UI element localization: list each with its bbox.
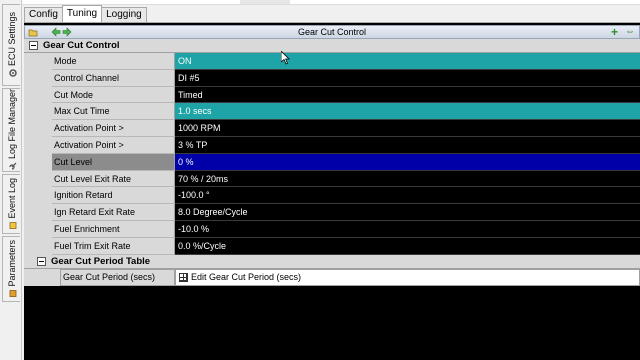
property-row-max-cut-time[interactable]: Max Cut Time 1.0 secs [24, 103, 640, 121]
vtab-label: ECU Settings [6, 12, 17, 67]
property-row-cut-level-exit-rate[interactable]: Cut Level Exit Rate 70 % / 20ms [24, 170, 640, 188]
property-row-activation-point-tp[interactable]: Activation Point > 3 % TP [24, 136, 640, 154]
property-value[interactable]: 8.0 Degree/Cycle [175, 204, 640, 221]
property-row-mode[interactable]: Mode ON [24, 53, 640, 70]
property-name: Fuel Enrichment [52, 220, 175, 238]
collapse-toggle[interactable] [29, 41, 38, 50]
property-value[interactable]: -100.0 ° [175, 187, 640, 205]
vtab-parameters[interactable]: Parameters [2, 236, 20, 302]
gear-icon [8, 69, 17, 78]
subcategory-label: Gear Cut Period Table [51, 255, 151, 267]
property-name: Gear Cut Period (secs) [60, 268, 175, 286]
category-label: Gear Cut Control [43, 40, 120, 51]
log-icon [8, 222, 16, 230]
property-panel: Gear Cut Control + ⇔ Gear Cut Control Mo… [24, 22, 640, 360]
property-value[interactable]: 1000 RPM [175, 120, 640, 137]
property-name: Max Cut Time [52, 103, 175, 121]
property-row-cut-level[interactable]: Cut Level 0 % [24, 153, 640, 171]
property-value[interactable]: -10.0 % [175, 220, 640, 238]
vtab-label: Parameters [6, 240, 17, 287]
property-name: Ign Retard Exit Rate [52, 204, 175, 221]
vtab-label: Log File Manager [6, 89, 17, 160]
property-row-gear-cut-period[interactable]: Gear Cut Period (secs) Edit Gear Cut Per… [24, 268, 640, 286]
vtab-log-file-manager[interactable]: Log File Manager [2, 88, 20, 172]
property-value[interactable]: DI #5 [175, 69, 640, 87]
property-name: Cut Mode [52, 86, 175, 104]
property-value[interactable]: Timed [175, 86, 640, 104]
panel-titlebar: Gear Cut Control + ⇔ [24, 25, 640, 39]
tab-tuning[interactable]: Tuning [61, 5, 103, 22]
vertical-tab-strip: ECU Settings Log File Manager Event Log … [0, 0, 22, 360]
property-row-ign-retard-exit-rate[interactable]: Ign Retard Exit Rate 8.0 Degree/Cycle [24, 204, 640, 221]
property-value[interactable]: 3 % TP [175, 136, 640, 154]
property-name: Ignition Retard [52, 187, 175, 205]
subcategory-header[interactable]: Gear Cut Period Table [24, 254, 640, 269]
main-tab-bar: Config Tuning Logging [24, 5, 147, 22]
vtab-label: Event Log [6, 178, 17, 219]
wrench-icon [8, 163, 16, 171]
property-name: Cut Level Exit Rate [52, 170, 175, 188]
property-value[interactable]: 70 % / 20ms [175, 170, 640, 188]
property-grid: Gear Cut Control Mode ON Control Channel… [24, 39, 640, 286]
property-row-fuel-enrichment[interactable]: Fuel Enrichment -10.0 % [24, 220, 640, 238]
property-value[interactable]: 0.0 %/Cycle [175, 237, 640, 255]
property-row-activation-point-rpm[interactable]: Activation Point > 1000 RPM [24, 120, 640, 137]
edit-table-label: Edit Gear Cut Period (secs) [191, 271, 302, 282]
property-value[interactable]: ON [175, 53, 640, 70]
panel-title: Gear Cut Control [297, 27, 367, 37]
edit-table-button[interactable]: Edit Gear Cut Period (secs) [175, 268, 640, 286]
vtab-ecu-settings[interactable]: ECU Settings [2, 4, 20, 86]
property-name: Mode [52, 53, 175, 70]
tab-config[interactable]: Config [24, 7, 63, 22]
property-name: Control Channel [52, 69, 175, 87]
add-icon[interactable]: + [611, 26, 621, 38]
property-row-control-channel[interactable]: Control Channel DI #5 [24, 69, 640, 87]
property-row-cut-mode[interactable]: Cut Mode Timed [24, 86, 640, 104]
property-name: Cut Level [52, 153, 175, 171]
property-name: Activation Point > [52, 136, 175, 154]
pin-icon[interactable]: ⇔ [625, 27, 635, 37]
tab-logging[interactable]: Logging [101, 7, 147, 22]
property-name: Activation Point > [52, 120, 175, 137]
property-value[interactable]: 0 % [175, 153, 640, 171]
collapse-toggle[interactable] [37, 256, 46, 266]
category-header[interactable]: Gear Cut Control [24, 39, 640, 53]
property-row-ignition-retard[interactable]: Ignition Retard -100.0 ° [24, 187, 640, 205]
property-name: Fuel Trim Exit Rate [52, 237, 175, 255]
parameters-icon [8, 290, 16, 298]
vtab-event-log[interactable]: Event Log [2, 174, 20, 234]
property-row-fuel-trim-exit-rate[interactable]: Fuel Trim Exit Rate 0.0 %/Cycle [24, 237, 640, 255]
table-icon [179, 272, 188, 282]
property-value[interactable]: 1.0 secs [175, 103, 640, 121]
